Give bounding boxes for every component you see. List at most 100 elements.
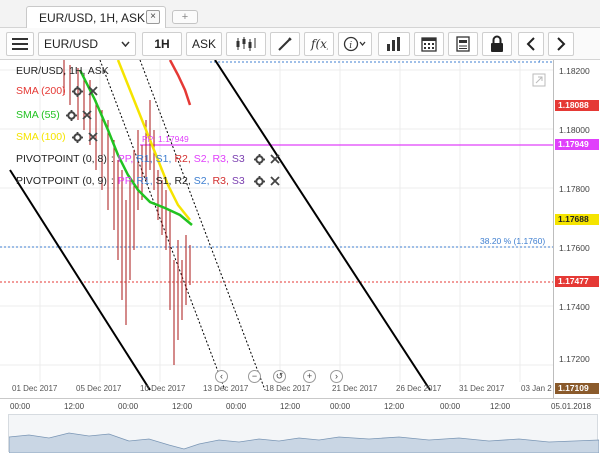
date-tick: 13 Dec 2017 [203, 384, 249, 393]
navigator[interactable]: 00:00 12:00 00:00 12:00 00:00 12:00 00:0… [0, 398, 600, 455]
pp-label: PP: 1.17949 [142, 134, 189, 144]
pivot-level: S3 [231, 153, 245, 165]
date-tick: 10 Dec 2017 [140, 384, 186, 393]
price-label: 1.18000 [559, 125, 590, 135]
date-tick: 05 Dec 2017 [76, 384, 122, 393]
price-tag-pivot: 1.17949 [555, 139, 599, 150]
legend-sma-200[interactable]: SMA (200) [16, 84, 98, 98]
chart-title-text: EUR/USD, 1H, ASK [16, 65, 109, 77]
date-tick: 03 Jan 2 [521, 384, 552, 393]
nav-tick: 00:00 [330, 402, 351, 411]
info-button[interactable]: i [338, 32, 372, 56]
pivot-level: S2, [193, 153, 210, 165]
pivot-separator: : [110, 175, 114, 187]
calendar-button[interactable] [414, 32, 444, 56]
nav-tick: 12:00 [384, 402, 405, 411]
side-select[interactable]: ASK [186, 32, 222, 56]
price-label: 1.17800 [559, 184, 590, 194]
indicators-button[interactable]: f(x) [304, 32, 334, 56]
draw-button[interactable] [270, 32, 300, 56]
nav-tick: 00:00 [118, 402, 139, 411]
date-axis: 01 Dec 2017 05 Dec 2017 10 Dec 2017 13 D… [0, 382, 553, 396]
date-tick: 18 Dec 2017 [265, 384, 311, 393]
gear-icon[interactable] [71, 131, 83, 143]
menu-button[interactable] [6, 32, 34, 56]
gear-icon[interactable] [71, 85, 83, 97]
price-label: 1.17600 [559, 243, 590, 253]
toolbar: EUR/USD 1H ASK f(x) i [0, 28, 600, 60]
close-icon[interactable] [87, 86, 98, 96]
price-label: 1.17400 [559, 302, 590, 312]
chart-panel[interactable]: PP: 1.17949 50.00 % (1.1803) 38.20 % (1.… [0, 60, 600, 398]
tab-close-icon[interactable]: × [146, 10, 160, 24]
add-tab-button[interactable]: + [172, 10, 198, 24]
pivot-level: S1, [155, 175, 172, 187]
pivot-level: S3 [231, 175, 245, 187]
legend-pivot-0-8[interactable]: PIVOTPOINT (0, 8): PP, R1, S1, R2, S2, R3, S3 [16, 152, 280, 166]
side-value: ASK [191, 37, 216, 51]
lock-button[interactable] [482, 32, 512, 56]
price-tag-sma-100: 1.17688 [555, 214, 599, 225]
draw-line-icon [278, 37, 292, 51]
gear-icon[interactable] [253, 153, 265, 165]
period-value: 1H [154, 37, 170, 51]
nav-tick: 05.01.2018 [551, 402, 592, 411]
sma-200-line [168, 60, 192, 106]
fib-50-label: 50.00 % (1.1803) [480, 60, 542, 62]
price-tag-low: 1.17109 [555, 383, 599, 394]
pivot-level: S1, [155, 153, 172, 165]
pivot-level: PP, [117, 175, 134, 187]
channel-line [214, 60, 431, 391]
report-button[interactable] [448, 32, 478, 56]
chart-tab[interactable]: EUR/USD, 1H, ASK × [26, 6, 166, 28]
legend-sma-100[interactable]: SMA (100) [16, 130, 98, 144]
candles-icon [236, 37, 256, 51]
close-icon[interactable] [270, 176, 280, 186]
chart-title: EUR/USD, 1H, ASK [16, 64, 109, 78]
nav-tick: 12:00 [64, 402, 85, 411]
calendar-icon [421, 37, 437, 52]
gear-icon[interactable] [65, 109, 77, 121]
legend-sma-55[interactable]: SMA (55) [16, 108, 92, 122]
pivot-level: R3, [212, 153, 229, 165]
symbol-select[interactable]: EUR/USD [38, 32, 136, 56]
chevron-down-icon [121, 41, 130, 47]
scroll-right-button[interactable] [548, 32, 574, 56]
nav-tick: 00:00 [10, 402, 31, 411]
nav-tick: 12:00 [490, 402, 511, 411]
fib-382-label: 38.20 % (1.1760) [480, 236, 545, 246]
bar-chart-button[interactable] [378, 32, 410, 56]
indicator-label: SMA (55) [16, 109, 60, 121]
navigator-range[interactable] [8, 414, 600, 454]
tab-label: EUR/USD, 1H, ASK [39, 11, 146, 25]
chart-type-button[interactable] [226, 32, 266, 56]
pivot-label: PIVOTPOINT (0, 9) [16, 175, 107, 187]
pivot-level: R2, [174, 175, 191, 187]
navigator-series [8, 432, 600, 454]
pivot-level: R3, [212, 175, 229, 187]
close-icon[interactable] [270, 154, 280, 164]
period-select[interactable]: 1H [142, 32, 182, 56]
date-tick: 01 Dec 2017 [12, 384, 58, 393]
nav-tick: 12:00 [280, 402, 301, 411]
plot-area[interactable]: PP: 1.17949 50.00 % (1.1803) 38.20 % (1.… [0, 60, 553, 398]
expand-icon [532, 73, 546, 87]
navigator-time-axis: 00:00 12:00 00:00 12:00 00:00 12:00 00:0… [0, 402, 600, 414]
nav-tick: 12:00 [172, 402, 193, 411]
chevron-right-icon [557, 37, 566, 51]
indicator-label: SMA (200) [16, 85, 66, 97]
close-icon[interactable] [82, 110, 92, 120]
pivot-level: R1, [136, 175, 153, 187]
close-icon[interactable] [87, 132, 98, 142]
info-icon: i [343, 36, 366, 52]
price-axis[interactable]: 1.18200 1.18000 1.17800 1.17600 1.17400 … [553, 60, 600, 398]
price-tag-last: 1.17477 [555, 276, 599, 287]
gear-icon[interactable] [253, 175, 265, 187]
legend-pivot-0-9[interactable]: PIVOTPOINT (0, 9): PP, R1, S1, R2, S2, R3, S3 [16, 174, 280, 188]
menu-icon [12, 38, 28, 50]
symbol-value: EUR/USD [44, 37, 99, 51]
scroll-left-button[interactable] [518, 32, 544, 56]
svg-text:i: i [349, 41, 352, 51]
price-label: 1.17200 [559, 354, 590, 364]
pivot-level: R1, [136, 153, 153, 165]
